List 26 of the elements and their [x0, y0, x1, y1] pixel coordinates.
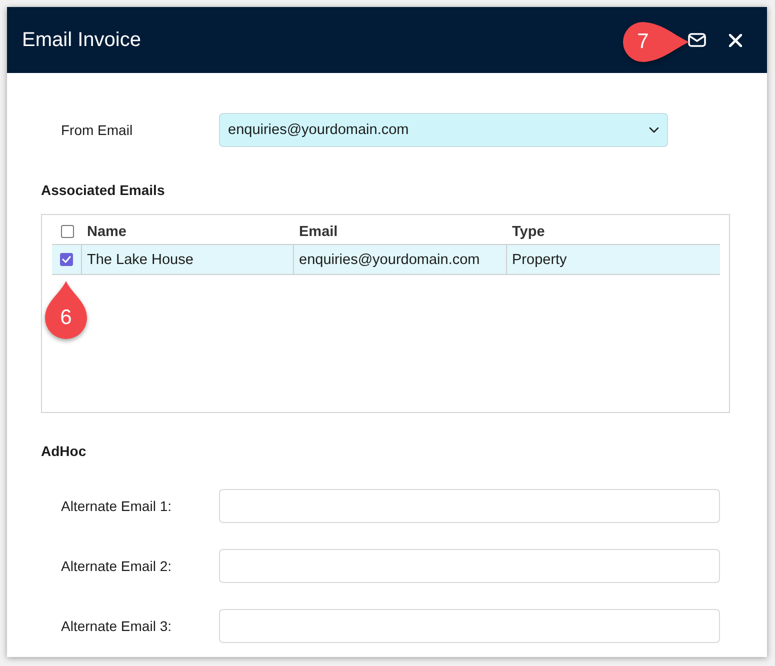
step-callout: 6: [44, 280, 88, 340]
table-cell-text: Property: [511, 250, 568, 270]
dialog-title: Email Invoice: [22, 28, 141, 52]
alternate-email-input[interactable]: [219, 489, 720, 523]
field-label: Alternate Email 2:: [61, 558, 172, 574]
chevron-down-icon: [649, 127, 659, 133]
alternate-email-input[interactable]: [219, 549, 720, 583]
field-label: Alternate Email 3:: [61, 618, 172, 634]
alternate-email-input[interactable]: [219, 609, 720, 643]
envelope-icon: [688, 33, 706, 47]
column-header[interactable]: Type: [507, 224, 720, 240]
table-cell: The Lake House: [82, 245, 294, 274]
check-icon: [62, 256, 71, 263]
table-row[interactable]: The Lake House enquiries@yourdomain.com Property: [52, 245, 720, 275]
select-all-checkbox[interactable]: [60, 225, 74, 238]
section-title: AdHoc: [41, 442, 88, 460]
step-callout: 7: [622, 21, 690, 63]
section-title: Associated Emails: [41, 181, 166, 199]
field-label: Alternate Email 1:: [61, 498, 172, 514]
close-icon: [728, 34, 742, 46]
column-header[interactable]: Name: [82, 224, 294, 240]
from-email-select[interactable]: enquiries@yourdomain.com: [219, 113, 668, 147]
column-header[interactable]: Email: [294, 224, 507, 240]
table-cell: enquiries@yourdomain.com: [294, 245, 507, 274]
row-checkbox[interactable]: [60, 253, 73, 266]
field-label: From Email: [61, 122, 134, 138]
